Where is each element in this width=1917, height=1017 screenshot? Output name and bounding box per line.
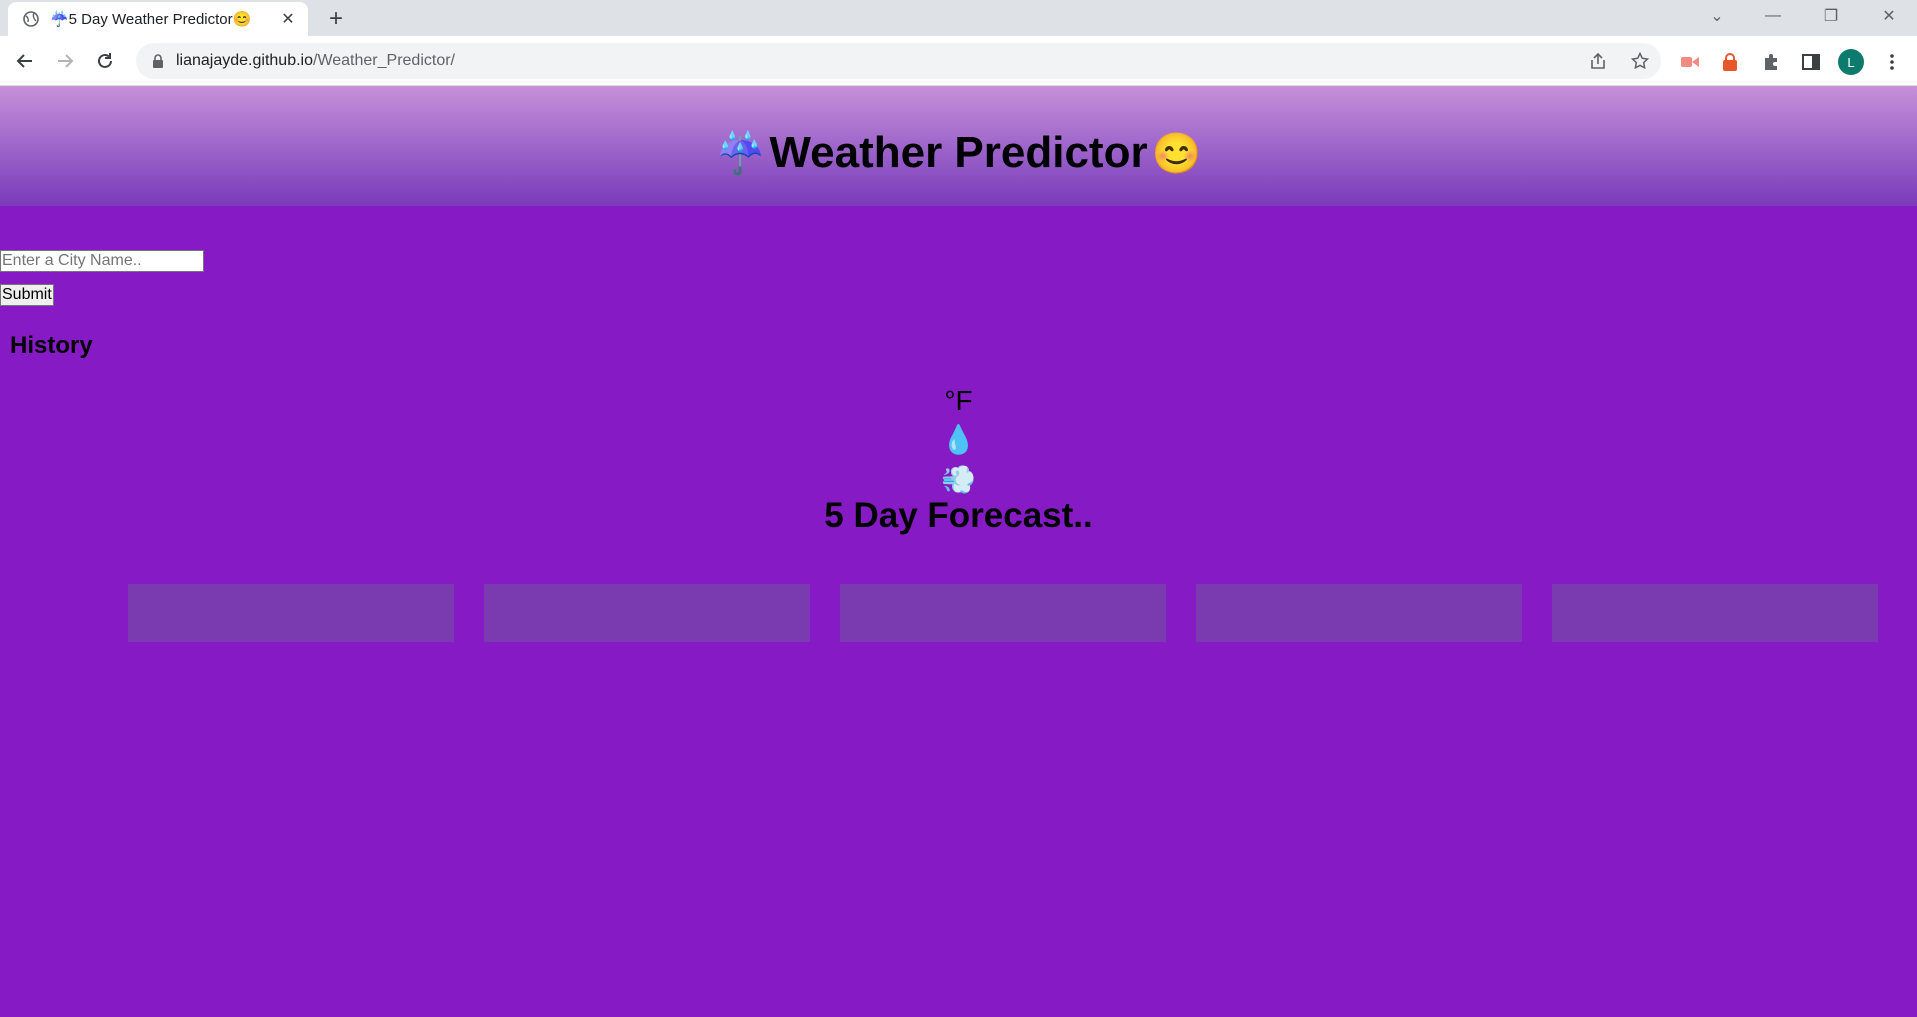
extension-video-icon[interactable] xyxy=(1679,51,1701,73)
side-panel-icon[interactable] xyxy=(1800,51,1822,73)
forecast-card xyxy=(840,584,1166,642)
page-content: ☔ Weather Predictor 😊 Submit History °F … xyxy=(0,86,1917,1017)
page-title: ☔ Weather Predictor 😊 xyxy=(712,114,1206,178)
smiling-sun-icon: 😊 xyxy=(1151,131,1202,176)
forecast-card xyxy=(1196,584,1522,642)
tab-search-icon[interactable]: ⌄ xyxy=(1694,0,1740,32)
page-header: ☔ Weather Predictor 😊 xyxy=(0,86,1917,206)
tab-title: ☔5 Day Weather Predictor😊 xyxy=(50,11,252,28)
history-heading: History xyxy=(10,332,93,359)
browser-tab[interactable]: ☔5 Day Weather Predictor😊 ✕ xyxy=(8,2,308,36)
close-window-button[interactable]: ✕ xyxy=(1866,0,1912,32)
globe-icon xyxy=(22,10,40,28)
forecast-card xyxy=(128,584,454,642)
extensions-puzzle-icon[interactable] xyxy=(1760,51,1782,73)
forecast-card xyxy=(484,584,810,642)
back-button[interactable] xyxy=(11,47,39,75)
tab-strip: ☔5 Day Weather Predictor😊 ✕ + ⌄ — ❐ ✕ xyxy=(0,0,1917,36)
address-bar[interactable]: lianajayde.github.io/Weather_Predictor/ xyxy=(136,43,1661,79)
forward-button[interactable] xyxy=(51,47,79,75)
share-icon[interactable] xyxy=(1588,51,1608,71)
humidity-droplet-icon: 💧 xyxy=(941,424,976,455)
minimize-button[interactable]: — xyxy=(1750,0,1796,32)
wind-icon: 💨 xyxy=(941,464,976,495)
bookmark-star-icon[interactable] xyxy=(1630,51,1650,71)
forecast-cards xyxy=(128,584,1878,642)
title-text: Weather Predictor xyxy=(769,128,1148,177)
extension-lock-icon[interactable] xyxy=(1719,51,1741,73)
restore-button[interactable]: ❐ xyxy=(1808,0,1854,32)
close-tab-icon[interactable]: ✕ xyxy=(278,9,298,29)
submit-button[interactable]: Submit xyxy=(0,284,54,306)
menu-kebab-icon[interactable] xyxy=(1881,51,1903,73)
city-search-input[interactable] xyxy=(0,250,204,272)
new-tab-button[interactable]: + xyxy=(322,5,350,33)
lock-icon[interactable] xyxy=(150,53,166,69)
forecast-card xyxy=(1552,584,1878,642)
reload-button[interactable] xyxy=(91,47,119,75)
url-text: lianajayde.github.io/Weather_Predictor/ xyxy=(176,52,455,69)
browser-toolbar: lianajayde.github.io/Weather_Predictor/ … xyxy=(0,36,1917,86)
forecast-heading: 5 Day Forecast.. xyxy=(824,496,1093,535)
temperature-value: °F xyxy=(944,385,973,416)
umbrella-rain-icon: ☔ xyxy=(715,131,766,176)
profile-avatar[interactable]: L xyxy=(1838,49,1864,75)
current-weather: °F 💧 💨 xyxy=(0,382,1917,500)
